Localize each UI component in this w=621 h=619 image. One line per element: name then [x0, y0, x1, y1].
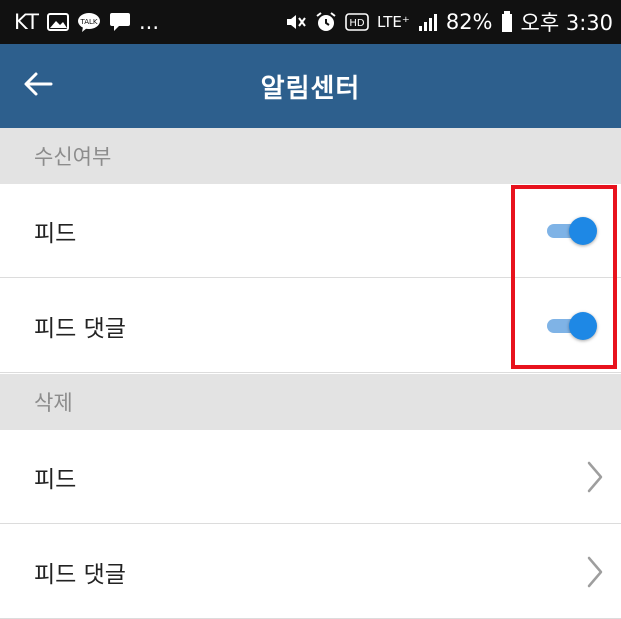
alarm-icon	[315, 11, 337, 33]
list-item-label: 피드	[34, 466, 77, 493]
chevron-right-icon	[583, 554, 607, 590]
chevron-right-icon	[583, 459, 607, 495]
mute-icon	[285, 12, 307, 32]
feed-notification-toggle[interactable]	[547, 216, 597, 245]
status-bar-right: HD LTE⁺ 82% 오후 3:30	[285, 7, 613, 37]
list-item-feed-comment-notification[interactable]: 피드 댓글	[0, 279, 621, 373]
notification-center-screen: KT TALK ... HD LTE⁺ 82% 오후 3:30 알림센터 수신여…	[0, 0, 621, 619]
section-header-delete: 삭제	[0, 374, 621, 430]
app-bar: 알림센터	[0, 44, 621, 128]
list-item-delete-feed-comment[interactable]: 피드 댓글	[0, 525, 621, 619]
list-item-label: 피드	[34, 220, 77, 247]
page-title: 알림센터	[260, 73, 361, 104]
section-header-label: 수신여부	[34, 145, 112, 169]
back-button[interactable]	[10, 58, 66, 114]
back-arrow-icon	[23, 71, 53, 101]
list-item-delete-feed[interactable]: 피드	[0, 430, 621, 524]
gallery-icon	[46, 13, 69, 31]
signal-icon	[418, 12, 438, 32]
lte-indicator: LTE⁺	[376, 13, 410, 31]
svg-text:HD: HD	[349, 18, 365, 29]
list-item-label: 피드 댓글	[34, 561, 126, 588]
battery-icon	[501, 11, 513, 33]
status-bar-left: KT TALK ...	[14, 10, 159, 34]
list-item-feed-notification[interactable]: 피드	[0, 184, 621, 278]
kakaotalk-icon: TALK	[77, 12, 101, 32]
toggle-thumb	[569, 216, 597, 245]
section-header-label: 삭제	[34, 391, 73, 415]
message-icon	[109, 12, 131, 32]
section-header-receive: 수신여부	[0, 128, 621, 184]
carrier-label: KT	[14, 10, 39, 34]
feed-comment-notification-toggle[interactable]	[547, 311, 597, 340]
list-item-label: 피드 댓글	[34, 315, 126, 342]
hd-icon: HD	[345, 13, 369, 31]
status-bar: KT TALK ... HD LTE⁺ 82% 오후 3:30	[0, 0, 621, 44]
toggle-thumb	[569, 311, 597, 340]
battery-percent: 82%	[445, 10, 493, 34]
clock: 오후 3:30	[520, 11, 613, 35]
svg-text:TALK: TALK	[79, 18, 97, 26]
more-notifications-label: ...	[138, 10, 159, 34]
